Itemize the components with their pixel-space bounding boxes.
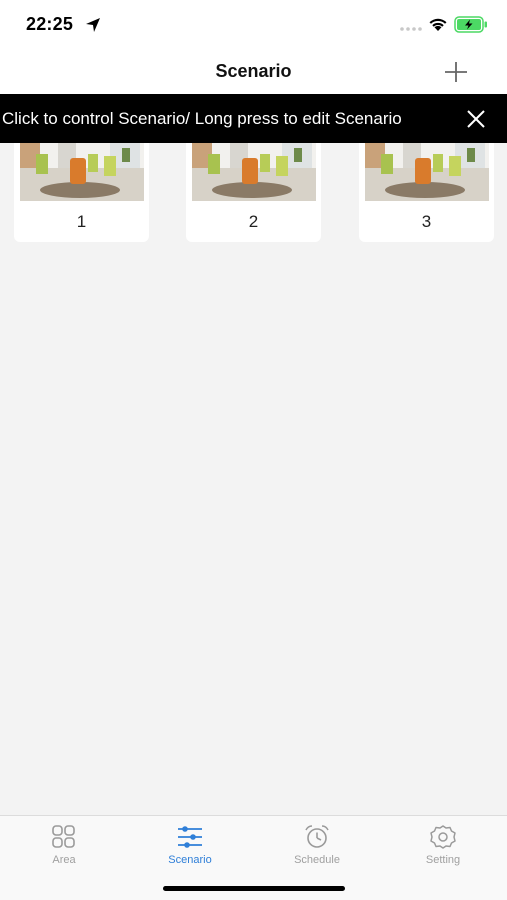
cellular-signal-icon (400, 27, 422, 31)
battery-charging-icon (454, 16, 487, 33)
scenario-label: 1 (76, 212, 87, 231)
tab-scenario[interactable]: Scenario (140, 824, 240, 874)
tab-label: Area (52, 854, 76, 866)
tab-setting[interactable]: Setting (393, 824, 493, 874)
location-arrow-icon (86, 18, 100, 32)
scenario-label: 3 (421, 212, 432, 231)
scenario-screen: 22:25 Scenario 1 2 3 Click to control Sc… (0, 0, 507, 900)
navigation-bar: Scenario (0, 50, 507, 94)
close-icon[interactable] (465, 108, 487, 130)
add-scenario-button[interactable] (441, 58, 471, 86)
tab-label: Schedule (294, 854, 340, 866)
alarm-clock-icon (305, 825, 329, 848)
home-indicator[interactable] (163, 886, 345, 891)
tab-schedule[interactable]: Schedule (267, 824, 367, 874)
tab-area[interactable]: Area (14, 824, 114, 874)
status-bar: 22:25 (0, 0, 507, 50)
tip-text: Click to control Scenario/ Long press to… (2, 109, 402, 128)
tab-label: Setting (425, 854, 461, 866)
gear-icon (430, 825, 456, 849)
sliders-icon (178, 826, 202, 848)
wifi-icon (429, 18, 447, 31)
status-time: 22:25 (26, 14, 74, 34)
tab-label: Scenario (168, 854, 212, 866)
scenario-label: 2 (248, 212, 259, 231)
tip-banner: Click to control Scenario/ Long press to… (0, 94, 507, 143)
grid-icon (52, 825, 75, 848)
page-title: Scenario (215, 61, 292, 81)
